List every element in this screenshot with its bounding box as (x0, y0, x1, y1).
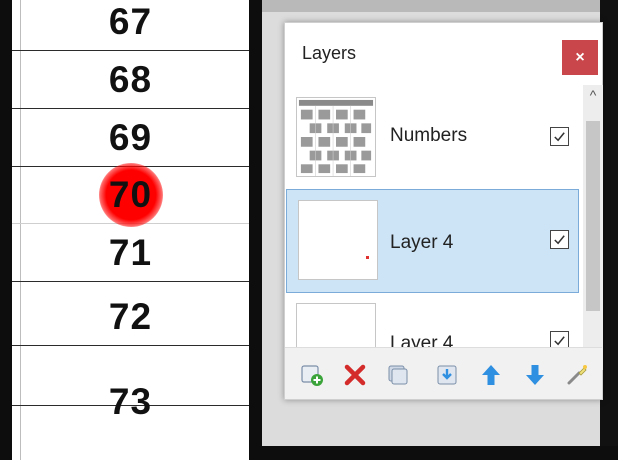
move-layer-down-button[interactable] (522, 362, 548, 388)
delete-layer-icon (344, 364, 366, 386)
number-row: 68 (12, 51, 249, 109)
duplicate-layer-icon (388, 365, 408, 385)
scroll-up-arrow-icon[interactable]: ^ (583, 85, 603, 105)
layer-item-numbers[interactable]: Numbers (286, 85, 582, 189)
number-cell: 71 (108, 231, 153, 273)
close-button[interactable]: × (562, 40, 598, 75)
number-cell-highlighted: 70 (108, 173, 153, 215)
number-sheet: 67 68 69 70 71 72 73 (12, 0, 249, 460)
number-cell: 68 (108, 58, 153, 100)
number-cell: 69 (108, 116, 153, 158)
layer-visibility-checkbox[interactable] (550, 230, 569, 249)
layer-visibility-checkbox[interactable] (550, 127, 569, 146)
layer-item-layer-4-selected[interactable]: Layer 4 (286, 189, 582, 293)
number-row: 69 (12, 109, 249, 167)
layers-toolbar (285, 347, 602, 399)
layer-thumbnail (296, 97, 376, 177)
layer-properties-icon (567, 365, 587, 385)
check-icon (554, 336, 565, 346)
number-cell: 67 (108, 0, 153, 42)
workspace-bottom-edge (262, 446, 618, 460)
number-row-highlighted: 70 (12, 162, 249, 227)
panel-title: Layers (302, 43, 357, 63)
numbers-thumbnail-icon (297, 98, 375, 176)
number-cell: 73 (108, 380, 153, 422)
layer-list-scrollbar[interactable]: ^ v (583, 85, 603, 370)
number-row: 73 (12, 346, 249, 422)
merge-layer-down-icon (437, 365, 457, 385)
check-icon (554, 132, 565, 142)
move-layer-down-icon (526, 365, 544, 385)
delete-layer-button[interactable] (342, 362, 368, 388)
layer-list: Numbers Layer 4 Layer 4 (286, 85, 582, 370)
merge-layer-down-button[interactable] (434, 362, 460, 388)
number-cell: 72 (108, 295, 153, 337)
move-layer-up-button[interactable] (478, 362, 504, 388)
duplicate-layer-button[interactable] (385, 362, 411, 388)
layer-thumbnail (298, 200, 378, 280)
layer-name: Layer 4 (390, 232, 454, 253)
scrollbar-thumb[interactable] (586, 121, 600, 311)
image-canvas[interactable]: 67 68 69 70 71 72 73 (0, 0, 262, 460)
check-icon (554, 235, 565, 245)
layers-panel: Layers × Numbers Layer 4 Layer 4 ^ (284, 22, 603, 400)
number-row: 71 (12, 224, 249, 282)
add-layer-icon (301, 365, 323, 386)
number-row: 72 (12, 288, 249, 346)
move-layer-up-icon (482, 365, 500, 385)
number-row: 67 (12, 0, 249, 51)
red-dot-preview (366, 256, 369, 259)
add-layer-button[interactable] (299, 362, 325, 388)
workspace-top-edge (262, 0, 618, 12)
layer-name: Numbers (390, 125, 468, 146)
layer-properties-button[interactable] (564, 362, 590, 388)
